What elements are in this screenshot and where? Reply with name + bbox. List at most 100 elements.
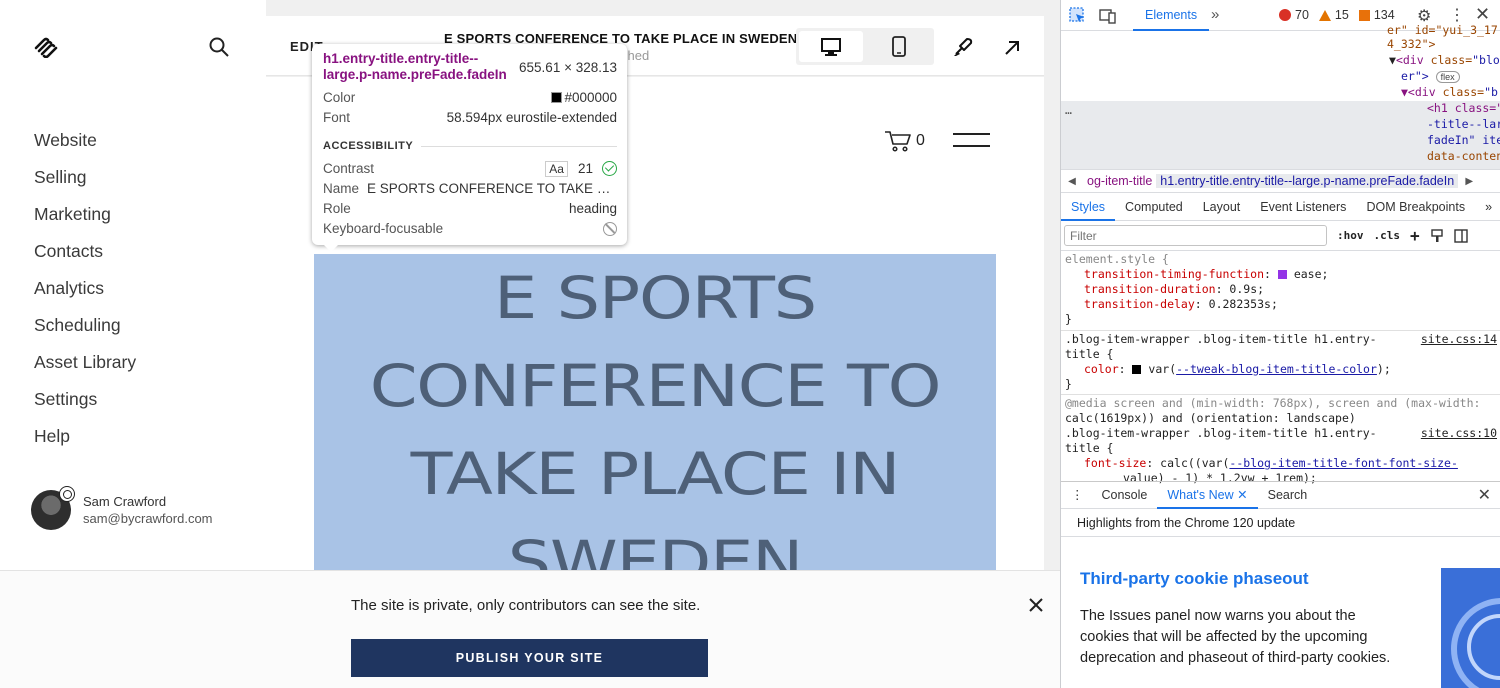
dom-tree: er" id="yui_3_17 4_332"> ▼<div class="bl…	[1061, 23, 1500, 169]
easing-editor-icon[interactable]	[1277, 270, 1287, 279]
nav-item-settings[interactable]: Settings	[34, 387, 136, 424]
headline-line-3: TAKE PLACE IN	[410, 440, 901, 508]
toggle-sidebar-icon[interactable]	[1453, 228, 1468, 243]
val-transition-timing[interactable]: ease;	[1294, 267, 1329, 281]
prop-transition-delay[interactable]: transition-delay	[1084, 297, 1195, 311]
val-transition-duration[interactable]: 0.9s;	[1229, 282, 1264, 296]
mobile-view-button[interactable]	[867, 31, 931, 62]
media-query-line-2: calc(1619px)) and (orientation: landscap…	[1065, 411, 1356, 425]
dom-line-4-val: "b	[1484, 85, 1498, 99]
dom-line-2-tag[interactable]: <div	[1396, 53, 1424, 67]
tooltip-role-value: heading	[568, 201, 617, 216]
inspect-element-icon[interactable]	[1069, 7, 1086, 24]
source-link-site-css-10[interactable]: site.css:10	[1421, 426, 1497, 441]
element-style-selector: element.style {	[1065, 252, 1169, 266]
check-circle-icon	[602, 161, 617, 176]
breadcrumb-item[interactable]: og-item-title	[1083, 174, 1156, 188]
nav-item-help[interactable]: Help	[34, 424, 136, 461]
design-brush-icon[interactable]	[952, 36, 974, 58]
close-icon[interactable]	[1028, 597, 1044, 613]
drawer-menu-icon[interactable]: ⋮	[1061, 481, 1092, 509]
prop-transition-timing[interactable]: transition-timing-function	[1084, 267, 1264, 281]
avatar[interactable]	[31, 486, 75, 530]
val-transition-delay[interactable]: 0.282353s;	[1209, 297, 1278, 311]
media-query-line-1: @media screen and (min-width: 768px), sc…	[1065, 396, 1481, 410]
tab-elements[interactable]: Elements	[1133, 0, 1210, 31]
prop-color[interactable]: color	[1084, 362, 1119, 376]
breadcrumb: ◀ og-item-title h1.entry-title.entry-tit…	[1061, 169, 1500, 193]
tooltip-contrast-label: Contrast	[323, 161, 375, 176]
user-name: Sam Crawford	[83, 494, 167, 509]
rule-2-close: }	[1065, 377, 1072, 391]
tab-layout[interactable]: Layout	[1193, 193, 1251, 221]
private-site-banner: The site is private, only contributors c…	[0, 570, 1060, 688]
device-toolbar-icon[interactable]	[1099, 7, 1116, 24]
prop-transition-duration[interactable]: transition-duration	[1084, 282, 1216, 296]
tab-computed[interactable]: Computed	[1115, 193, 1193, 221]
close-tab-icon[interactable]: ✕	[1237, 488, 1247, 502]
paint-brush-icon[interactable]	[1430, 228, 1444, 243]
search-icon[interactable]	[208, 36, 230, 58]
prop-font-size[interactable]: font-size	[1084, 456, 1146, 470]
squarespace-logo-icon[interactable]	[33, 36, 59, 58]
cart-icon[interactable]	[884, 129, 912, 153]
new-rule-plus-icon[interactable]: +	[1410, 226, 1420, 245]
error-count: 70	[1295, 8, 1309, 22]
val-font-size-var[interactable]: --blog-item-title-font-font-size-	[1229, 456, 1457, 470]
dom-line-1: 4_332">	[1387, 37, 1436, 51]
open-external-arrow-icon[interactable]	[1002, 38, 1022, 58]
publish-site-button[interactable]: PUBLISH YOUR SITE	[351, 639, 708, 677]
menu-hamburger-icon[interactable]	[953, 133, 990, 147]
tab-styles[interactable]: Styles	[1061, 193, 1116, 221]
article-headline[interactable]: E SPORTS CONFERENCE TO TAKE PLACE IN SWE…	[314, 254, 996, 595]
source-link-site-css-14[interactable]: site.css:14	[1421, 332, 1497, 347]
info-count: 134	[1373, 8, 1395, 22]
desktop-view-button[interactable]	[799, 31, 863, 62]
banner-message: The site is private, only contributors c…	[351, 597, 701, 614]
tab-search[interactable]: Search	[1258, 481, 1318, 509]
dom-line-8: data-conten	[1427, 149, 1500, 163]
contrast-aa-badge: Aa	[545, 161, 568, 177]
breadcrumb-item-active[interactable]: h1.entry-title.entry-title--large.p-name…	[1156, 174, 1459, 188]
nav-item-scheduling[interactable]: Scheduling	[34, 313, 136, 350]
more-options-icon[interactable]: ⋮	[1449, 5, 1465, 25]
nav-item-marketing[interactable]: Marketing	[34, 202, 136, 239]
dom-line-top: er" id="yui_3_17	[1387, 23, 1498, 37]
close-devtools-icon[interactable]: ✕	[1475, 4, 1490, 25]
hov-toggle[interactable]: :hov	[1337, 229, 1364, 242]
cls-toggle[interactable]: .cls	[1374, 229, 1401, 242]
rule-3-selector-2: title {	[1065, 441, 1114, 455]
more-tabs-chevron-icon[interactable]: »	[1211, 6, 1219, 23]
tab-event-listeners[interactable]: Event Listeners	[1250, 193, 1356, 221]
selected-dom-node[interactable]: … <h1 class=" -title--lar fadeIn" ite da…	[1061, 101, 1500, 169]
more-panels-chevron-icon[interactable]: »	[1475, 193, 1500, 221]
tab-dom-breakpoints[interactable]: DOM Breakpoints	[1356, 193, 1475, 221]
user-profile[interactable]: Sam Crawford sam@bycrawford.com	[31, 486, 213, 530]
error-icon	[1279, 9, 1291, 21]
issue-icon	[1358, 9, 1370, 21]
nav-item-contacts[interactable]: Contacts	[34, 239, 136, 276]
breadcrumb-left-icon[interactable]: ◀	[1061, 176, 1083, 187]
tooltip-name-label: Name	[323, 181, 360, 196]
sidebar-panel-tabs: Styles Computed Layout Event Listeners D…	[1061, 193, 1500, 221]
issue-counts[interactable]: 70 15 134	[1279, 8, 1395, 22]
breadcrumb-right-icon[interactable]: ▶	[1458, 176, 1480, 187]
feature-title-link[interactable]: Third-party cookie phaseout	[1080, 569, 1309, 589]
close-drawer-icon[interactable]: ✕	[1478, 485, 1491, 505]
color-swatch-black-icon[interactable]	[1132, 365, 1142, 374]
rule-close: }	[1065, 312, 1072, 326]
tooltip-color-label: Color	[323, 90, 356, 105]
headline-line-1: E SPORTS	[494, 264, 817, 332]
tab-console[interactable]: Console	[1092, 481, 1158, 509]
nav-item-website[interactable]: Website	[34, 128, 136, 165]
styles-filter-input[interactable]	[1064, 225, 1327, 246]
nav-item-asset-library[interactable]: Asset Library	[34, 350, 136, 387]
tab-whats-new[interactable]: What's New ✕	[1157, 481, 1258, 509]
tooltip-font-label: Font	[323, 110, 351, 125]
dom-line-4-tag[interactable]: ▼<div	[1401, 85, 1436, 99]
tooltip-size: 655.61 × 328.13	[519, 60, 617, 75]
nav-item-analytics[interactable]: Analytics	[34, 276, 136, 313]
nav-item-selling[interactable]: Selling	[34, 165, 136, 202]
flex-badge[interactable]: flex	[1435, 71, 1460, 83]
val-color-var[interactable]: --tweak-blog-item-title-color	[1176, 362, 1377, 376]
